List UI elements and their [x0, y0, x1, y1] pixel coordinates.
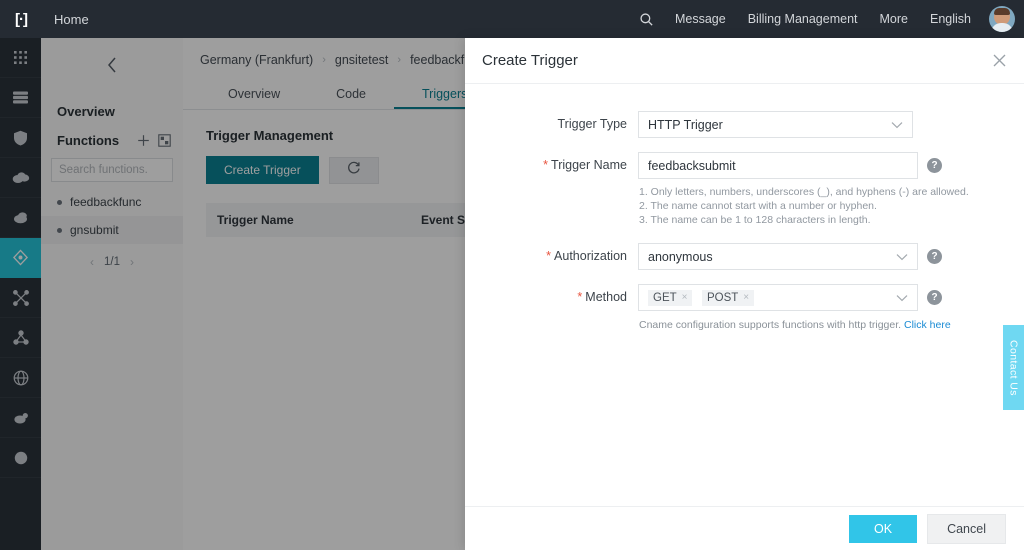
search-icon[interactable]: [630, 0, 664, 38]
contact-us-tab[interactable]: Contact Us: [1003, 325, 1024, 410]
method-tags: GET × POST ×: [648, 289, 890, 306]
chevron-down-icon: [891, 118, 903, 132]
label-method: * Method: [465, 284, 638, 311]
dialog-header: Create Trigger: [465, 38, 1024, 84]
label-method-text: Method: [585, 290, 627, 304]
contact-us-label: Contact Us: [1007, 339, 1020, 396]
chevron-down-icon: [896, 291, 908, 305]
help-icon[interactable]: ?: [927, 158, 942, 173]
cname-note: Cname configuration supports functions w…: [638, 319, 1024, 331]
required-indicator: *: [543, 158, 549, 172]
topbar-item-english[interactable]: English: [919, 12, 982, 26]
help-icon[interactable]: ?: [927, 249, 942, 264]
label-authorization-text: Authorization: [554, 249, 627, 263]
control-method: GET × POST × ?: [638, 284, 1024, 311]
label-trigger-name: * Trigger Name: [465, 152, 638, 179]
trigger-type-select[interactable]: HTTP Trigger: [638, 111, 913, 138]
app-root: [·] Home Message Billing Management More…: [0, 0, 1024, 550]
field-authorization: * Authorization anonymous ?: [465, 243, 1024, 270]
method-tag-label: POST: [706, 291, 739, 304]
home-link[interactable]: Home: [54, 12, 89, 27]
label-authorization: * Authorization: [465, 243, 638, 270]
ok-button[interactable]: OK: [849, 514, 918, 543]
hint-line: 1. Only letters, numbers, underscores (_…: [639, 186, 969, 198]
control-trigger-name: feedbacksubmit ?: [638, 152, 1024, 179]
create-trigger-dialog: Create Trigger Trigger Type HTTP Trigger: [465, 38, 1024, 550]
method-tag-post[interactable]: POST ×: [701, 289, 755, 306]
method-tag-label: GET: [653, 291, 677, 304]
trigger-name-hints: 1. Only letters, numbers, underscores (_…: [638, 185, 1024, 227]
authorization-value: anonymous: [648, 249, 713, 264]
remove-tag-icon[interactable]: ×: [682, 292, 688, 303]
avatar[interactable]: [989, 6, 1015, 32]
cancel-button[interactable]: Cancel: [927, 513, 1006, 544]
field-trigger-name: * Trigger Name feedbacksubmit ?: [465, 152, 1024, 179]
cname-note-text: Cname configuration supports functions w…: [639, 319, 904, 331]
help-icon[interactable]: ?: [927, 290, 942, 305]
control-trigger-type: HTTP Trigger: [638, 111, 1024, 138]
field-trigger-type: Trigger Type HTTP Trigger: [465, 111, 1024, 138]
dialog-title: Create Trigger: [482, 52, 578, 69]
dialog-body: Trigger Type HTTP Trigger *Trigger Name: [465, 84, 1024, 506]
topbar-item-message[interactable]: Message: [664, 12, 737, 26]
trigger-name-input[interactable]: feedbacksubmit: [638, 152, 918, 179]
field-method: * Method GET × POST × ?: [465, 284, 1024, 311]
label-trigger-type: Trigger Type: [557, 117, 627, 131]
trigger-type-value: HTTP Trigger: [648, 117, 723, 132]
cname-note-link[interactable]: Click here: [904, 319, 951, 331]
required-indicator: *: [546, 249, 552, 263]
logo-icon[interactable]: [·]: [0, 0, 42, 38]
dialog-footer: OK Cancel: [465, 506, 1024, 550]
avatar-hair: [994, 8, 1010, 15]
chevron-down-icon: [896, 250, 908, 264]
method-multiselect[interactable]: GET × POST ×: [638, 284, 918, 311]
authorization-select[interactable]: anonymous: [638, 243, 918, 270]
logo-glyph: [·]: [15, 10, 28, 28]
top-navigation-bar: [·] Home Message Billing Management More…: [0, 0, 1024, 38]
hint-line: 2. The name cannot start with a number o…: [639, 200, 877, 212]
method-tag-get[interactable]: GET ×: [648, 289, 693, 306]
required-indicator: *: [577, 290, 583, 304]
label-trigger-name-text: Trigger Name: [551, 158, 627, 172]
control-authorization: anonymous ?: [638, 243, 1024, 270]
avatar-body: [991, 23, 1013, 32]
close-icon[interactable]: [992, 53, 1007, 68]
topbar-item-billing-management[interactable]: Billing Management: [737, 12, 869, 26]
remove-tag-icon[interactable]: ×: [743, 292, 749, 303]
trigger-name-value: feedbacksubmit: [648, 158, 736, 173]
topbar-item-more[interactable]: More: [869, 12, 919, 26]
hint-line: 3. The name can be 1 to 128 characters i…: [639, 214, 871, 226]
